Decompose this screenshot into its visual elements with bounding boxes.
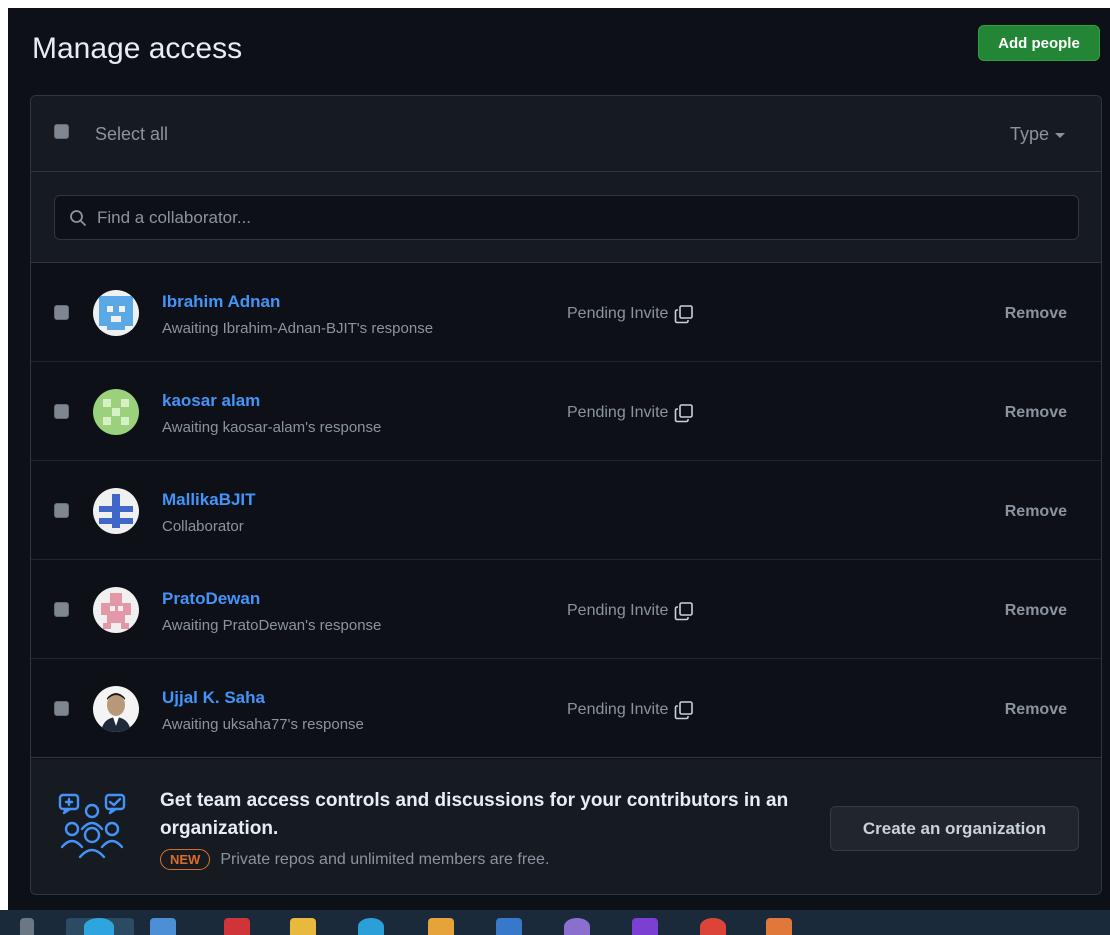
collaborator-row: PratoDewan Awaiting PratoDewan's respons… — [31, 560, 1101, 659]
collaborator-subtitle: Awaiting PratoDewan's response — [162, 617, 382, 634]
app-icon[interactable] — [564, 918, 590, 935]
remove-button[interactable]: Remove — [1005, 602, 1067, 620]
select-all-checkbox[interactable] — [54, 124, 69, 139]
copy-icon[interactable] — [674, 403, 694, 423]
remove-button[interactable]: Remove — [1005, 404, 1067, 422]
collaborator-name-link[interactable]: Ujjal K. Saha — [162, 688, 265, 708]
caret-down-icon — [1055, 133, 1065, 138]
search-box — [54, 195, 1079, 240]
search-section — [31, 172, 1101, 263]
office-icon[interactable] — [224, 918, 250, 935]
app-icon[interactable] — [428, 918, 454, 935]
pending-invite-status: Pending Invite — [567, 304, 694, 324]
find-collaborator-input[interactable] — [95, 206, 999, 229]
status-label: Pending Invite — [567, 404, 669, 421]
organization-promo: Get team access controls and discussions… — [31, 759, 1101, 894]
collaborator-row: Ibrahim Adnan Awaiting Ibrahim-Adnan-BJI… — [31, 263, 1101, 362]
folder-icon[interactable] — [290, 918, 316, 935]
skype-icon[interactable] — [358, 918, 384, 935]
avatar — [93, 290, 139, 336]
manage-access-page: Manage access Add people Select all Type — [8, 8, 1110, 910]
copy-icon[interactable] — [674, 304, 694, 324]
collaborator-name-link[interactable]: Ibrahim Adnan — [162, 292, 280, 312]
avatar — [93, 587, 139, 633]
add-people-button[interactable]: Add people — [978, 25, 1100, 61]
edge-browser-icon[interactable] — [84, 918, 114, 935]
chrome-icon[interactable] — [700, 918, 726, 935]
team-people-icon — [58, 793, 126, 859]
copy-icon[interactable] — [674, 601, 694, 621]
avatar — [93, 488, 139, 534]
collaborator-subtitle: Awaiting kaosar-alam's response — [162, 419, 382, 436]
collaborators-box: Select all Type Find a collaborator... I… — [30, 95, 1102, 895]
promo-headline: Get team access controls and discussions… — [160, 790, 789, 839]
select-all-label: Select all — [95, 124, 169, 144]
collaborator-subtitle: Awaiting uksaha77's response — [162, 716, 364, 733]
type-filter-label: Type — [1009, 124, 1049, 144]
promo-subline: NEW Private repos and unlimited members … — [160, 849, 549, 870]
app-icon[interactable] — [496, 918, 522, 935]
avatar — [93, 389, 139, 435]
ide-icon[interactable] — [632, 918, 658, 935]
remove-button[interactable]: Remove — [1005, 701, 1067, 719]
collaborator-subtitle: Awaiting Ibrahim-Adnan-BJIT's response — [162, 320, 434, 337]
row-checkbox[interactable] — [54, 305, 69, 320]
collaborator-name-link[interactable]: PratoDewan — [162, 589, 260, 609]
status-label: Pending Invite — [567, 305, 669, 322]
row-checkbox[interactable] — [54, 404, 69, 419]
list-header: Select all Type — [31, 96, 1101, 172]
row-checkbox[interactable] — [54, 503, 69, 518]
row-checkbox[interactable] — [54, 602, 69, 617]
remove-button[interactable]: Remove — [1005, 305, 1067, 323]
pending-invite-status: Pending Invite — [567, 700, 694, 720]
page-title: Manage access — [32, 32, 243, 65]
new-badge: NEW — [160, 849, 211, 870]
search-icon — [70, 209, 86, 226]
status-label: Pending Invite — [567, 701, 669, 718]
row-checkbox[interactable] — [54, 701, 69, 716]
copy-icon[interactable] — [674, 700, 694, 720]
status-label: Pending Invite — [567, 602, 669, 619]
collaborator-name-link[interactable]: kaosar alam — [162, 391, 260, 411]
type-filter-dropdown[interactable]: Type — [1010, 124, 1065, 145]
promo-subtext: Private repos and unlimited members are … — [220, 850, 550, 868]
collaborator-row: kaosar alam Awaiting kaosar-alam's respo… — [31, 362, 1101, 461]
start-icon[interactable] — [20, 918, 34, 935]
collaborator-name-link[interactable]: MallikaBJIT — [162, 490, 256, 510]
app-icon[interactable] — [766, 918, 792, 935]
create-organization-button[interactable]: Create an organization — [830, 806, 1079, 851]
collaborator-row: Ujjal K. Saha Awaiting uksaha77's respon… — [31, 659, 1101, 758]
remove-button[interactable]: Remove — [1005, 503, 1067, 521]
avatar — [93, 686, 139, 732]
collaborator-subtitle: Collaborator — [162, 518, 244, 535]
store-icon[interactable] — [150, 918, 176, 935]
collaborator-row: MallikaBJIT Collaborator Remove — [31, 461, 1101, 560]
taskbar — [0, 910, 1110, 935]
pending-invite-status: Pending Invite — [567, 403, 694, 423]
pending-invite-status: Pending Invite — [567, 601, 694, 621]
